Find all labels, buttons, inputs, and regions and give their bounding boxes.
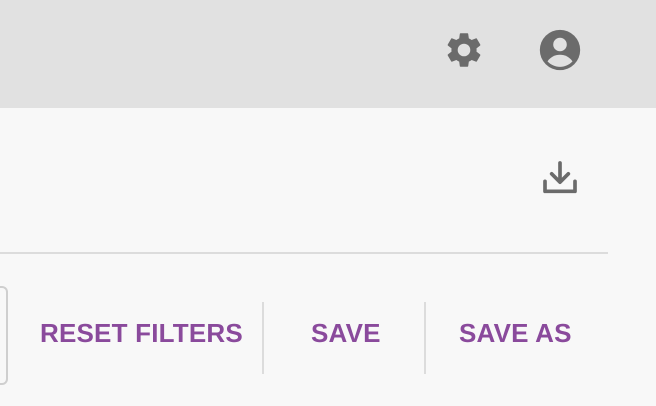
settings-button[interactable] bbox=[442, 30, 486, 74]
account-button[interactable] bbox=[538, 28, 582, 77]
download-icon bbox=[540, 158, 580, 203]
reset-filters-label: RESET FILTERS bbox=[40, 317, 243, 348]
download-button[interactable] bbox=[536, 156, 584, 204]
save-as-label: SAVE AS bbox=[459, 317, 572, 348]
save-as-button[interactable]: SAVE AS bbox=[459, 313, 572, 353]
filter-input-edge[interactable] bbox=[0, 286, 8, 385]
section-divider bbox=[0, 252, 608, 254]
action-divider bbox=[424, 302, 426, 374]
action-divider bbox=[262, 302, 264, 374]
reset-filters-button[interactable]: RESET FILTERS bbox=[40, 313, 243, 353]
save-label: SAVE bbox=[311, 317, 381, 348]
top-app-bar bbox=[0, 0, 656, 108]
gear-icon bbox=[443, 29, 485, 76]
content-panel: RESET FILTERS SAVE SAVE AS bbox=[0, 108, 656, 406]
account-circle-icon bbox=[538, 28, 582, 77]
save-button[interactable]: SAVE bbox=[311, 313, 381, 353]
